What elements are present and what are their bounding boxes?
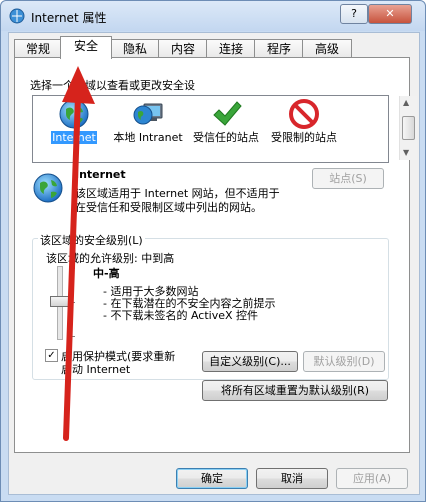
protected-mode-checkbox[interactable]: ✓ <box>45 349 58 362</box>
security-level-group-title: 该区域的安全级别(L) <box>38 232 145 248</box>
default-level-button[interactable]: 默认级别(D) <box>303 351 385 372</box>
cancel-button[interactable]: 取消 <box>256 468 328 489</box>
zone-item-internet[interactable]: Internet <box>35 98 113 144</box>
restricted-icon <box>289 99 319 129</box>
zone-label-restricted-sites: 受限制的站点 <box>271 131 337 144</box>
apply-button[interactable]: 应用(A) <box>336 468 408 489</box>
security-level-slider-thumb[interactable] <box>50 296 70 307</box>
tab-general[interactable]: 常规 <box>14 39 62 58</box>
zone-list-scrollbar[interactable]: ▲ ▼ <box>399 96 417 160</box>
security-level-name: 中-高 <box>93 267 120 280</box>
close-button[interactable]: ✕ <box>368 4 412 24</box>
protected-mode-label-line2: 启动 Internet <box>61 363 131 376</box>
selected-zone-name: Internet <box>75 168 126 181</box>
tab-advanced[interactable]: 高级 <box>302 39 352 58</box>
help-button[interactable]: ? <box>340 4 368 24</box>
zone-item-restricted-sites[interactable]: 受限制的站点 <box>265 98 343 144</box>
zone-label-local-intranet: 本地 Intranet <box>113 131 183 144</box>
sites-button[interactable]: 站点(S) <box>312 168 384 189</box>
tab-connections[interactable]: 连接 <box>206 39 256 58</box>
allowed-levels-text: 该区域的允许级别: 中到高 <box>46 252 175 265</box>
slider-tick <box>70 336 75 337</box>
zone-item-trusted-sites[interactable]: 受信任的站点 <box>187 98 265 144</box>
zone-list[interactable]: Internet 本地 Intranet 受信任的站点 受限制的站点 ▲ ▼ <box>32 95 417 163</box>
checkmark-icon <box>213 101 242 126</box>
title-bar[interactable]: Internet 属性 ? ✕ <box>1 1 425 31</box>
selected-zone-globe-icon <box>33 173 63 203</box>
scroll-thumb[interactable] <box>402 116 415 140</box>
tab-privacy[interactable]: 隐私 <box>110 39 160 58</box>
scroll-up-arrow-icon[interactable]: ▲ <box>403 98 409 107</box>
slider-tick <box>70 268 75 269</box>
zone-prompt: 选择一个区域以查看或更改安全设 <box>30 79 195 92</box>
zone-item-local-intranet[interactable]: 本地 Intranet <box>109 98 187 144</box>
window-title: Internet 属性 <box>31 11 107 25</box>
internet-properties-icon <box>9 8 25 24</box>
ok-button[interactable]: 确定 <box>176 468 248 489</box>
level-bullet: - 不下载未签名的 ActiveX 控件 <box>103 309 259 322</box>
tab-security[interactable]: 安全 <box>60 36 112 59</box>
zone-label-trusted-sites: 受信任的站点 <box>193 131 259 144</box>
local-intranet-icon <box>133 103 163 125</box>
zone-label-internet: Internet <box>51 131 97 144</box>
scroll-down-arrow-icon[interactable]: ▼ <box>403 148 409 157</box>
custom-level-button[interactable]: 自定义级别(C)... <box>202 351 298 372</box>
reset-all-zones-button[interactable]: 将所有区域重置为默认级别(R) <box>202 380 388 401</box>
slider-tick <box>70 302 75 303</box>
tab-programs[interactable]: 程序 <box>254 39 304 58</box>
tab-content[interactable]: 内容 <box>158 39 208 58</box>
globe-icon <box>59 99 89 129</box>
zone-description-line2: 在受信任和受限制区域中列出的网站。 <box>75 201 262 214</box>
